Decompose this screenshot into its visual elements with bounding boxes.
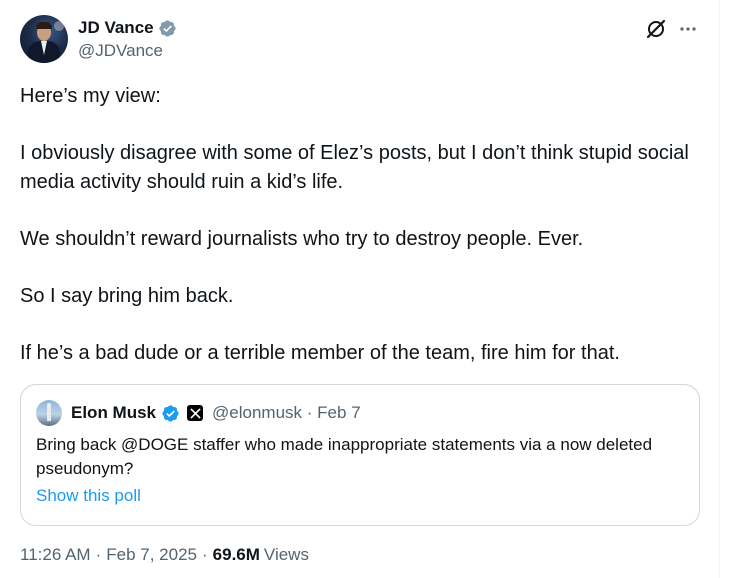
tweet-paragraph: So I say bring him back. (20, 284, 234, 307)
tweet-paragraph: If he’s a bad dude or a terrible member … (20, 341, 620, 364)
more-options-icon[interactable] (677, 18, 699, 40)
x-affiliate-badge-icon[interactable] (187, 405, 204, 421)
quoted-author-display-name[interactable]: Elon Musk (71, 403, 156, 423)
author-name-row: JD Vance (78, 17, 177, 39)
verified-badge-icon[interactable] (158, 19, 177, 38)
author-handle[interactable]: @JDVance (78, 41, 177, 61)
separator-dot: · (202, 545, 208, 564)
tweet-meta: 11:26 AM · Feb 7, 2025 · 69.6M Views (20, 545, 309, 565)
tweet-text: Here’s my view: I obviously disagree wit… (20, 82, 700, 367)
tweet-date[interactable]: Feb 7, 2025 (106, 545, 197, 565)
avatar-background-light (54, 21, 64, 31)
show-poll-link[interactable]: Show this poll (36, 486, 141, 506)
verified-badge-icon[interactable] (161, 404, 180, 423)
views-label: Views (263, 545, 309, 564)
tweet-top-actions (645, 18, 699, 40)
tweet: JD Vance @JDVance Here’s my view: I obvi… (0, 0, 720, 578)
avatar-hair (36, 22, 52, 29)
quoted-author-avatar[interactable] (36, 400, 62, 426)
rocket-icon (47, 403, 51, 421)
tweet-paragraph: Here’s my view: (20, 85, 161, 107)
author-display-name[interactable]: JD Vance (78, 18, 154, 38)
separator-dot: · (306, 403, 313, 422)
quoted-tweet-text: Bring back @DOGE staffer who made inappr… (36, 435, 653, 478)
grok-icon[interactable] (645, 18, 667, 40)
quoted-tweet[interactable]: Elon Musk @elonmusk · Feb 7 Bring back @… (20, 384, 700, 526)
tweet-paragraph: We shouldn’t reward journalists who try … (20, 227, 584, 250)
tweet-paragraph: I obviously disagree with some of Elez’s… (20, 142, 689, 193)
views-count: 69.6M (212, 545, 260, 564)
separator-dot: · (95, 545, 102, 564)
quoted-tweet-header: Elon Musk @elonmusk · Feb 7 (36, 400, 361, 426)
quoted-author-handle[interactable]: @elonmusk · Feb 7 (212, 403, 361, 423)
quoted-handle-text: @elonmusk (212, 403, 303, 422)
quoted-tweet-date[interactable]: Feb 7 (317, 403, 360, 422)
author-info: JD Vance @JDVance (78, 17, 177, 61)
tweet-time[interactable]: 11:26 AM (20, 545, 91, 565)
author-avatar[interactable] (20, 15, 68, 63)
